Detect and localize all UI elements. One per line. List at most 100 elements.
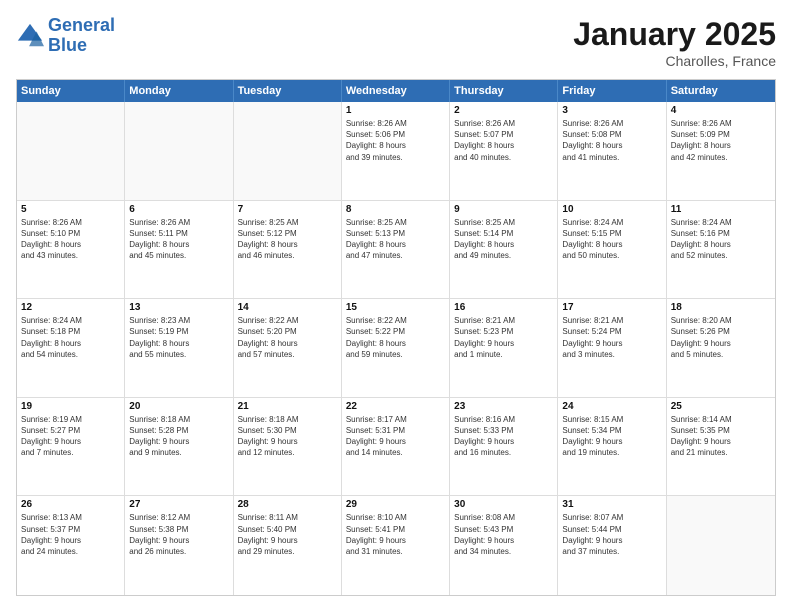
- day-number: 15: [346, 302, 445, 313]
- calendar-cell: 27 Sunrise: 8:12 AM Sunset: 5:38 PM Dayli…: [125, 496, 233, 595]
- page: General Blue January 2025 Charolles, Fra…: [0, 0, 792, 612]
- month-title: January 2025: [573, 16, 776, 53]
- day-number: 7: [238, 204, 337, 215]
- calendar-cell: [667, 496, 775, 595]
- day-info: Sunrise: 8:26 AM Sunset: 5:09 PM Dayligh…: [671, 118, 771, 163]
- day-number: 21: [238, 401, 337, 412]
- header-day-saturday: Saturday: [667, 80, 775, 102]
- day-number: 19: [21, 401, 120, 412]
- header-day-thursday: Thursday: [450, 80, 558, 102]
- calendar-cell: 30Sunrise: 8:08 AM Sunset: 5:43 PM Dayli…: [450, 496, 558, 595]
- logo-icon: [16, 22, 44, 50]
- day-number: 13: [129, 302, 228, 313]
- day-info: Sunrise: 8:13 AM Sunset: 5:37 PM Dayligh…: [21, 512, 120, 557]
- header-day-monday: Monday: [125, 80, 233, 102]
- day-info: Sunrise: 8:16 AM Sunset: 5:33 PM Dayligh…: [454, 414, 553, 459]
- day-info: Sunrise: 8:21 AM Sunset: 5:24 PM Dayligh…: [562, 315, 661, 360]
- day-number: 4: [671, 105, 771, 116]
- day-info: Sunrise: 8:18 AM Sunset: 5:30 PM Dayligh…: [238, 414, 337, 459]
- calendar-cell: 5 Sunrise: 8:26 AM Sunset: 5:10 PM Daylig…: [17, 201, 125, 299]
- day-number: 27: [129, 499, 228, 510]
- day-info: Sunrise: 8:19 AM Sunset: 5:27 PM Dayligh…: [21, 414, 120, 459]
- day-number: 18: [671, 302, 771, 313]
- day-number: 17: [562, 302, 661, 313]
- day-info: Sunrise: 8:26 AM Sunset: 5:08 PM Dayligh…: [562, 118, 661, 163]
- day-info: Sunrise: 8:25 AM Sunset: 5:13 PM Dayligh…: [346, 217, 445, 262]
- day-number: 5: [21, 204, 120, 215]
- day-number: 24: [562, 401, 661, 412]
- calendar-cell: 16Sunrise: 8:21 AM Sunset: 5:23 PM Dayli…: [450, 299, 558, 397]
- calendar-cell: 8 Sunrise: 8:25 AM Sunset: 5:13 PM Daylig…: [342, 201, 450, 299]
- logo-text: General Blue: [48, 16, 115, 56]
- day-info: Sunrise: 8:20 AM Sunset: 5:26 PM Dayligh…: [671, 315, 771, 360]
- day-number: 28: [238, 499, 337, 510]
- calendar-cell: 18 Sunrise: 8:20 AM Sunset: 5:26 PM Dayli…: [667, 299, 775, 397]
- day-info: Sunrise: 8:11 AM Sunset: 5:40 PM Dayligh…: [238, 512, 337, 557]
- day-info: Sunrise: 8:17 AM Sunset: 5:31 PM Dayligh…: [346, 414, 445, 459]
- day-number: 16: [454, 302, 553, 313]
- day-number: 22: [346, 401, 445, 412]
- calendar-cell: 23Sunrise: 8:16 AM Sunset: 5:33 PM Dayli…: [450, 398, 558, 496]
- calendar-header: SundayMondayTuesdayWednesdayThursdayFrid…: [17, 80, 775, 102]
- calendar-cell: 19 Sunrise: 8:19 AM Sunset: 5:27 PM Dayli…: [17, 398, 125, 496]
- day-info: Sunrise: 8:25 AM Sunset: 5:12 PM Dayligh…: [238, 217, 337, 262]
- calendar-cell: 13Sunrise: 8:23 AM Sunset: 5:19 PM Dayli…: [125, 299, 233, 397]
- day-info: Sunrise: 8:26 AM Sunset: 5:10 PM Dayligh…: [21, 217, 120, 262]
- day-info: Sunrise: 8:18 AM Sunset: 5:28 PM Dayligh…: [129, 414, 228, 459]
- calendar-cell: 29 Sunrise: 8:10 AM Sunset: 5:41 PM Dayli…: [342, 496, 450, 595]
- header-day-sunday: Sunday: [17, 80, 125, 102]
- day-number: 14: [238, 302, 337, 313]
- day-info: Sunrise: 8:07 AM Sunset: 5:44 PM Dayligh…: [562, 512, 661, 557]
- day-info: Sunrise: 8:24 AM Sunset: 5:18 PM Dayligh…: [21, 315, 120, 360]
- day-info: Sunrise: 8:08 AM Sunset: 5:43 PM Dayligh…: [454, 512, 553, 557]
- calendar-cell: 20 Sunrise: 8:18 AM Sunset: 5:28 PM Dayli…: [125, 398, 233, 496]
- calendar-cell: 21 Sunrise: 8:18 AM Sunset: 5:30 PM Dayli…: [234, 398, 342, 496]
- calendar-week-1: 1 Sunrise: 8:26 AM Sunset: 5:06 PM Daylig…: [17, 102, 775, 201]
- calendar-cell: 11 Sunrise: 8:24 AM Sunset: 5:16 PM Dayli…: [667, 201, 775, 299]
- calendar-cell: 31Sunrise: 8:07 AM Sunset: 5:44 PM Dayli…: [558, 496, 666, 595]
- calendar-cell: [234, 102, 342, 200]
- header-day-tuesday: Tuesday: [234, 80, 342, 102]
- calendar-cell: 24 Sunrise: 8:15 AM Sunset: 5:34 PM Dayli…: [558, 398, 666, 496]
- day-number: 8: [346, 204, 445, 215]
- day-info: Sunrise: 8:15 AM Sunset: 5:34 PM Dayligh…: [562, 414, 661, 459]
- title-block: January 2025 Charolles, France: [573, 16, 776, 69]
- day-number: 6: [129, 204, 228, 215]
- day-info: Sunrise: 8:26 AM Sunset: 5:06 PM Dayligh…: [346, 118, 445, 163]
- day-number: 12: [21, 302, 120, 313]
- day-info: Sunrise: 8:12 AM Sunset: 5:38 PM Dayligh…: [129, 512, 228, 557]
- day-info: Sunrise: 8:25 AM Sunset: 5:14 PM Dayligh…: [454, 217, 553, 262]
- calendar-cell: 15Sunrise: 8:22 AM Sunset: 5:22 PM Dayli…: [342, 299, 450, 397]
- calendar-week-4: 19 Sunrise: 8:19 AM Sunset: 5:27 PM Dayli…: [17, 398, 775, 497]
- calendar-cell: 1 Sunrise: 8:26 AM Sunset: 5:06 PM Daylig…: [342, 102, 450, 200]
- calendar-cell: 14Sunrise: 8:22 AM Sunset: 5:20 PM Dayli…: [234, 299, 342, 397]
- calendar-cell: 9Sunrise: 8:25 AM Sunset: 5:14 PM Daylig…: [450, 201, 558, 299]
- calendar-cell: 22 Sunrise: 8:17 AM Sunset: 5:31 PM Dayli…: [342, 398, 450, 496]
- calendar-body: 1 Sunrise: 8:26 AM Sunset: 5:06 PM Daylig…: [17, 102, 775, 595]
- calendar-cell: 6 Sunrise: 8:26 AM Sunset: 5:11 PM Daylig…: [125, 201, 233, 299]
- logo: General Blue: [16, 16, 115, 56]
- day-number: 29: [346, 499, 445, 510]
- calendar-cell: 28 Sunrise: 8:11 AM Sunset: 5:40 PM Dayli…: [234, 496, 342, 595]
- day-info: Sunrise: 8:10 AM Sunset: 5:41 PM Dayligh…: [346, 512, 445, 557]
- header: General Blue January 2025 Charolles, Fra…: [16, 16, 776, 69]
- calendar-cell: 2Sunrise: 8:26 AM Sunset: 5:07 PM Daylig…: [450, 102, 558, 200]
- calendar-cell: 12 Sunrise: 8:24 AM Sunset: 5:18 PM Dayli…: [17, 299, 125, 397]
- day-info: Sunrise: 8:14 AM Sunset: 5:35 PM Dayligh…: [671, 414, 771, 459]
- calendar-cell: 7 Sunrise: 8:25 AM Sunset: 5:12 PM Daylig…: [234, 201, 342, 299]
- calendar-cell: 3 Sunrise: 8:26 AM Sunset: 5:08 PM Daylig…: [558, 102, 666, 200]
- day-info: Sunrise: 8:26 AM Sunset: 5:11 PM Dayligh…: [129, 217, 228, 262]
- day-number: 25: [671, 401, 771, 412]
- calendar-cell: [17, 102, 125, 200]
- day-number: 1: [346, 105, 445, 116]
- day-info: Sunrise: 8:24 AM Sunset: 5:16 PM Dayligh…: [671, 217, 771, 262]
- day-number: 20: [129, 401, 228, 412]
- calendar-cell: 26Sunrise: 8:13 AM Sunset: 5:37 PM Dayli…: [17, 496, 125, 595]
- day-number: 11: [671, 204, 771, 215]
- calendar-cell: 10Sunrise: 8:24 AM Sunset: 5:15 PM Dayli…: [558, 201, 666, 299]
- calendar-cell: 17 Sunrise: 8:21 AM Sunset: 5:24 PM Dayli…: [558, 299, 666, 397]
- day-number: 3: [562, 105, 661, 116]
- header-day-wednesday: Wednesday: [342, 80, 450, 102]
- day-info: Sunrise: 8:24 AM Sunset: 5:15 PM Dayligh…: [562, 217, 661, 262]
- calendar-week-3: 12 Sunrise: 8:24 AM Sunset: 5:18 PM Dayli…: [17, 299, 775, 398]
